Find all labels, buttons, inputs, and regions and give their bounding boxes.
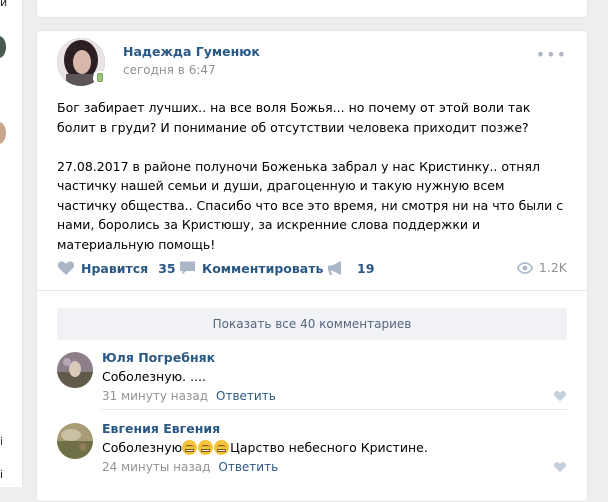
post-timestamp[interactable]: сегодня в 6:47: [123, 63, 216, 77]
comment-time[interactable]: 24 минуты назад: [102, 460, 210, 474]
share-count: 19: [357, 260, 375, 276]
comment-text-start: Соболезную: [102, 440, 183, 455]
comment-label: Комментировать: [202, 260, 324, 276]
divider: [37, 290, 587, 291]
comment-icon: [180, 261, 195, 275]
comment-meta: 31 минуту назад Ответить: [102, 389, 276, 403]
eye-icon: [516, 261, 533, 274]
comment-like-icon[interactable]: [553, 461, 567, 473]
grimacing-emoji-icon: [182, 440, 198, 455]
commenter-name[interactable]: Юля Погребняк: [102, 350, 215, 365]
comment-like-icon[interactable]: [553, 390, 567, 402]
views-counter: 1.2K: [516, 260, 567, 275]
left-column-fragment: и і і: [0, 0, 23, 487]
post-text: Бог забирает лучших.. на все воля Божья.…: [57, 98, 567, 254]
previous-post-card: [36, 0, 588, 18]
comment-text: Соболезную Царство небесного Кристине.: [102, 440, 428, 455]
show-all-comments-button[interactable]: Показать все 40 комментариев: [57, 308, 567, 340]
comment-button[interactable]: Комментировать: [179, 260, 323, 276]
post-author-name[interactable]: Надежда Гуменюк: [123, 44, 260, 59]
wall-post: Надежда Гуменюк сегодня в 6:47 ••• Бог з…: [36, 30, 588, 502]
megaphone-icon: [328, 261, 341, 275]
more-horizontal-icon[interactable]: •••: [536, 45, 567, 64]
left-text-fragment-3: і: [0, 468, 4, 481]
grimacing-emoji-icon: [214, 440, 230, 455]
comment-text: Соболезную. ....: [102, 369, 206, 384]
left-avatar-fragment-2[interactable]: [0, 122, 6, 144]
views-count: 1.2K: [538, 260, 567, 275]
reply-link[interactable]: Ответить: [218, 460, 278, 474]
left-text-fragment-2: і: [0, 435, 4, 448]
reply-link[interactable]: Ответить: [216, 389, 276, 403]
post-actions: Нравится 35 Комментировать 19 1.2K: [57, 260, 567, 278]
mobile-status-icon: [93, 71, 107, 85]
post-paragraph: 27.08.2017 в районе полуночи Боженька за…: [57, 158, 564, 252]
like-label: Нравится: [81, 260, 149, 276]
comment-meta: 24 минуты назад Ответить: [102, 460, 278, 474]
comment-text-end: Царство небесного Кристине.: [230, 440, 428, 455]
grimacing-emoji-icon: [198, 440, 214, 455]
share-button[interactable]: 19: [327, 260, 374, 276]
comment-time[interactable]: 31 минуту назад: [102, 389, 208, 403]
commenter-name[interactable]: Евгения Евгения: [102, 421, 220, 436]
left-text-fragment: и: [0, 0, 8, 9]
commenter-avatar[interactable]: [57, 352, 93, 388]
comment-divider: [102, 409, 567, 410]
post-paragraph: Бог забирает лучших.. на все воля Божья.…: [57, 100, 531, 135]
like-count: 35: [158, 260, 176, 276]
heart-icon: [57, 261, 75, 275]
like-button[interactable]: Нравится 35: [57, 260, 176, 276]
left-avatar-fragment[interactable]: [0, 36, 6, 58]
commenter-avatar[interactable]: [57, 423, 93, 459]
